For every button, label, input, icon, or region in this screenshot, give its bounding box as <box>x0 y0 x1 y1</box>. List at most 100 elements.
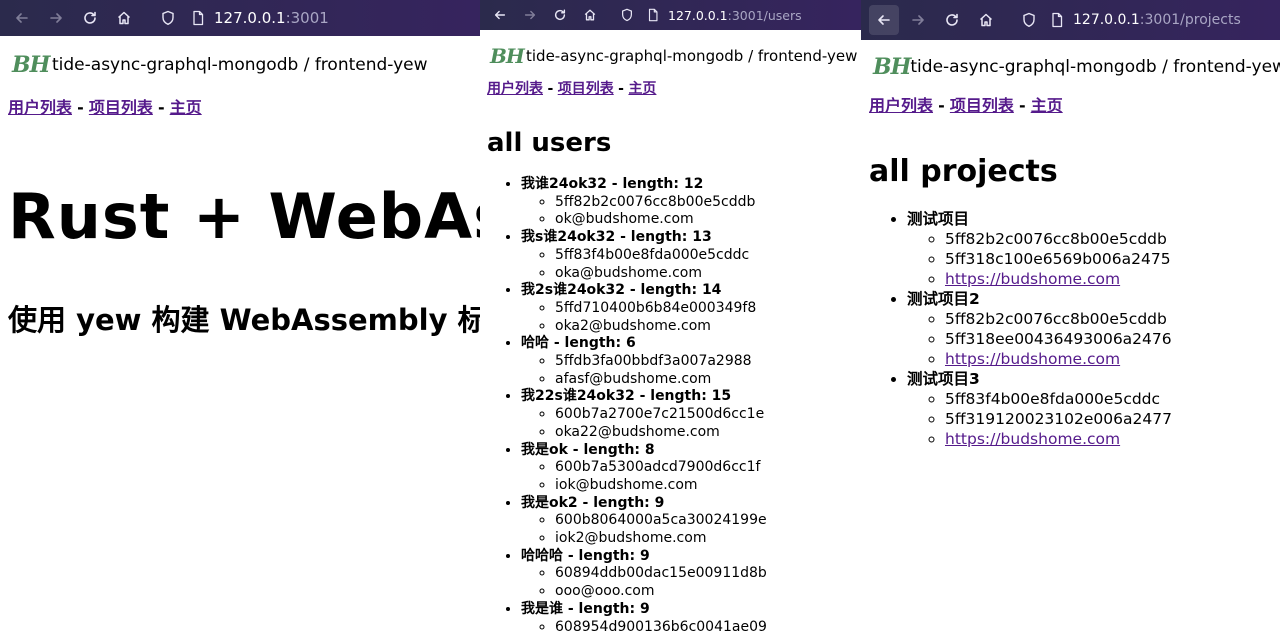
user-email: iok2@budshome.com <box>555 530 861 548</box>
project-link-item: https://budshome.com <box>945 269 1280 289</box>
project-label: 测试项目2 <box>907 290 980 308</box>
forward-button[interactable] <box>518 3 542 27</box>
back-arrow-icon <box>494 10 506 20</box>
nav-separator: - <box>1018 96 1026 115</box>
url-path: :3001/projects <box>1139 12 1241 28</box>
forward-arrow-icon <box>912 15 924 25</box>
back-button[interactable] <box>869 5 899 35</box>
section-title: all users <box>487 128 612 158</box>
project-link[interactable]: https://budshome.com <box>945 350 1120 368</box>
nav-link-home[interactable]: 主页 <box>170 98 202 117</box>
nav-separator: - <box>77 98 84 117</box>
home-button[interactable] <box>578 3 602 27</box>
site-header: BH tide-async-graphql-mongodb / frontend… <box>8 50 480 80</box>
home-icon <box>584 9 596 21</box>
nav-separator: - <box>157 98 165 117</box>
main-nav: 用户列表 - 项目列表 - 主页 <box>487 78 861 98</box>
page-icon <box>193 10 204 26</box>
site-title: tide-async-graphql-mongodb / frontend-ye… <box>910 57 1280 77</box>
user-id: 5ff82b2c0076cc8b00e5cddb <box>555 194 861 212</box>
project-user-id: 5ff83f4b00e8fda000e5cddc <box>945 389 1280 409</box>
nav-link-users[interactable]: 用户列表 <box>8 98 72 117</box>
user-id: 600b8064000a5ca30024199e <box>555 512 861 530</box>
reload-icon <box>946 13 958 26</box>
project-link[interactable]: https://budshome.com <box>945 270 1120 288</box>
shield-icon <box>622 8 632 22</box>
nav-link-users[interactable]: 用户列表 <box>487 81 543 97</box>
home-button[interactable] <box>110 4 138 32</box>
user-item: 我是ok2 - length: 9 600b8064000a5ca3002419… <box>521 495 861 548</box>
user-email: ooo@ooo.com <box>555 583 861 601</box>
site-logo: BH <box>490 44 525 68</box>
project-label: 测试项目3 <box>907 370 980 388</box>
page-heading: Rust + WebAssembly <box>8 180 480 253</box>
url-host: 127.0.0.1 <box>668 7 728 23</box>
section-title: all projects <box>869 154 1058 189</box>
user-email: oka22@budshome.com <box>555 424 861 442</box>
project-item: 测试项目3 5ff83f4b00e8fda000e5cddc 5ff319120… <box>907 369 1280 449</box>
back-arrow-icon <box>16 13 28 23</box>
reload-icon <box>84 11 96 24</box>
user-label: 哈哈 - length: 6 <box>521 335 636 352</box>
page-icon <box>648 8 658 22</box>
reload-button[interactable] <box>548 3 572 27</box>
home-icon <box>979 13 993 27</box>
project-link-item: https://budshome.com <box>945 429 1280 449</box>
url-bar[interactable]: 127.0.0.1:3001/projects <box>1021 12 1241 28</box>
reload-button[interactable] <box>76 4 104 32</box>
url-host: 127.0.0.1 <box>214 9 286 27</box>
project-label: 测试项目 <box>907 210 970 228</box>
browser-toolbar: 127.0.0.1:3001/users <box>480 0 861 30</box>
browser-toolbar: 127.0.0.1:3001 <box>0 0 480 36</box>
browser-window-projects: 127.0.0.1:3001/projects BH tide-async-gr… <box>861 0 1280 641</box>
user-item: 我2s谁24ok32 - length: 14 5ffd710400b6b84e… <box>521 282 861 335</box>
nav-link-home[interactable]: 主页 <box>1031 96 1063 115</box>
project-user-id: 5ff82b2c0076cc8b00e5cddb <box>945 229 1280 249</box>
user-label: 我是ok - length: 8 <box>521 441 655 458</box>
forward-arrow-icon <box>524 10 536 20</box>
page-content: BH tide-async-graphql-mongodb / frontend… <box>861 40 1280 449</box>
browser-toolbar: 127.0.0.1:3001/projects <box>861 0 1280 40</box>
url-bar[interactable]: 127.0.0.1:3001 <box>160 9 329 27</box>
nav-link-projects[interactable]: 项目列表 <box>558 81 614 97</box>
site-header: BH tide-async-graphql-mongodb / frontend… <box>487 42 861 70</box>
user-list: 我谁24ok32 - length: 12 5ff82b2c0076cc8b00… <box>487 176 861 636</box>
site-title: tide-async-graphql-mongodb / frontend-ye… <box>526 47 858 65</box>
nav-link-users[interactable]: 用户列表 <box>869 96 933 115</box>
nav-link-projects[interactable]: 项目列表 <box>89 98 153 117</box>
forward-button[interactable] <box>42 4 70 32</box>
page-icon <box>1052 12 1063 28</box>
home-button[interactable] <box>971 5 1001 35</box>
nav-separator: - <box>938 96 945 115</box>
user-item: 哈哈 - length: 6 5ffdb3fa00bbdf3a007a2988a… <box>521 335 861 388</box>
nav-link-projects[interactable]: 项目列表 <box>950 96 1014 115</box>
back-arrow-icon <box>878 15 890 25</box>
back-button[interactable] <box>8 4 36 32</box>
shield-icon <box>162 10 174 26</box>
user-label: 我是谁 - length: 9 <box>521 600 650 617</box>
back-button[interactable] <box>488 3 512 27</box>
page-content: BH tide-async-graphql-mongodb / frontend… <box>0 36 480 339</box>
shield-icon <box>1023 12 1035 28</box>
forward-button[interactable] <box>903 5 933 35</box>
project-item: 测试项目2 5ff82b2c0076cc8b00e5cddb 5ff318ee0… <box>907 289 1280 369</box>
project-id: 5ff318ee00436493006a2476 <box>945 329 1280 349</box>
user-email: iok@budshome.com <box>555 477 861 495</box>
forward-arrow-icon <box>50 13 62 23</box>
site-logo: BH <box>873 54 911 80</box>
url-bar[interactable]: 127.0.0.1:3001/users <box>620 8 802 23</box>
user-id: 600b7a5300adcd7900d6cc1f <box>555 459 861 477</box>
home-icon <box>117 11 131 25</box>
url-text: 127.0.0.1:3001 <box>214 9 329 27</box>
nav-separator: - <box>618 81 624 97</box>
url-path: :3001 <box>285 9 329 27</box>
browser-window-users: 127.0.0.1:3001/users BH tide-async-graph… <box>480 0 861 641</box>
nav-link-home[interactable]: 主页 <box>628 81 656 97</box>
site-logo: BH <box>12 52 50 78</box>
reload-button[interactable] <box>937 5 967 35</box>
project-link[interactable]: https://budshome.com <box>945 430 1120 448</box>
user-item: 我是ok - length: 8 600b7a5300adcd7900d6cc1… <box>521 442 861 495</box>
user-label: 我是ok2 - length: 9 <box>521 494 665 511</box>
project-link-item: https://budshome.com <box>945 349 1280 369</box>
user-id: 5ffd710400b6b84e000349f8 <box>555 300 861 318</box>
